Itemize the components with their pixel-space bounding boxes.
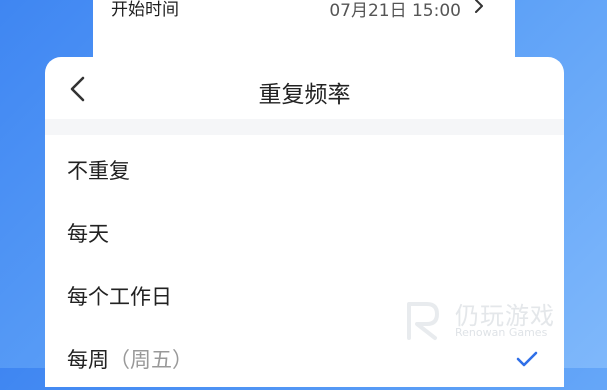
start-time-row[interactable]: 开始时间 07月21日 15:00 [93, 0, 515, 24]
start-time-label: 开始时间 [111, 0, 179, 20]
watermark-text-en: Renowan Games [455, 326, 548, 339]
option-label: 每周（周五） [67, 344, 193, 374]
sheet-header: 重复频率 [45, 57, 564, 119]
option-no-repeat[interactable]: 不重复 [45, 139, 564, 201]
header-divider [45, 119, 564, 135]
sheet-title: 重复频率 [258, 82, 351, 108]
option-label-sub: （周五） [109, 348, 193, 372]
watermark-logo-icon [407, 302, 439, 340]
option-label: 每个工作日 [67, 285, 172, 309]
option-label: 每天 [67, 222, 109, 246]
start-time-value: 07月21日 15:00 [329, 1, 461, 21]
watermark: 仍玩游戏 Renowan Games [403, 296, 585, 346]
option-label-main: 每周 [67, 348, 109, 372]
option-daily[interactable]: 每天 [45, 202, 564, 264]
checkmark-icon [516, 351, 538, 367]
option-label: 不重复 [67, 159, 130, 183]
chevron-right-icon [475, 0, 483, 13]
